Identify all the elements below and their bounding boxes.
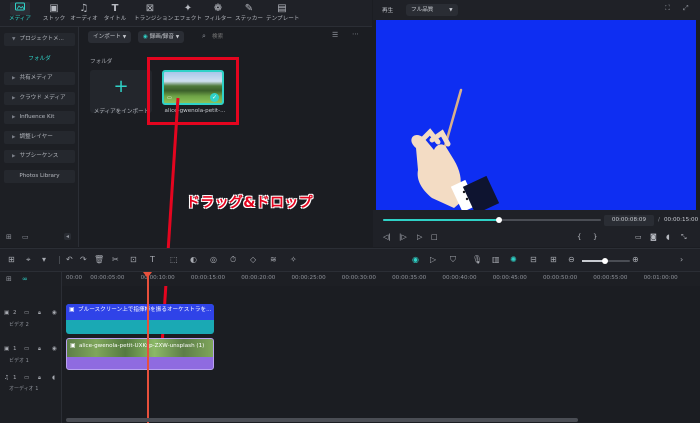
undo-icon[interactable]: ↶ [66,255,73,264]
music-note-icon: ♫ [4,375,10,381]
eye-icon[interactable]: ◉ [52,310,57,316]
video-clip-icon: ▣ [70,342,76,349]
timeline-clip-video2[interactable]: ブルースクリーン上で指揮棒を振るオーケストラを... ▣ [66,304,214,334]
track-v1-icon: ▣ [4,346,10,352]
timeline-ruler[interactable]: 00:00 00:00:05:00 00:00:10:00 00:00:15:00 00… [62,272,700,286]
timeline-scrollbar[interactable] [66,418,578,422]
ruler-tick-label: 00:00:20:00 [241,275,276,281]
clip-title: alice-gwenola-petit-UXKsp-ZXW-unsplash (… [67,339,213,357]
dropdown-icon[interactable]: ▾ [42,255,46,264]
clip-title: ブルースクリーン上で指揮棒を振るオーケストラを... [66,304,214,320]
folder-icon[interactable]: ▭ [24,375,29,381]
ruler-tick-label: 00:00:40:00 [442,275,477,281]
track-v2-name: ビデオ 2 [9,322,29,328]
cut-icon[interactable]: ✂ [112,255,119,264]
layout-icon[interactable]: ⊞ [8,255,15,264]
zoom-in-icon[interactable]: ⊕ [632,255,639,264]
zoom-out-icon[interactable]: ⊖ [568,255,575,264]
marker-icon[interactable]: ▥ [492,255,500,264]
collapse-icon[interactable]: › [680,255,683,264]
link-icon[interactable]: ⊟ [530,255,537,264]
link-tracks-icon[interactable]: ∞ [22,275,28,283]
color-icon[interactable]: ◐ [190,255,197,264]
lock-icon[interactable]: 🔒︎ [38,346,41,353]
ruler-tick-label: 00:00:15:00 [190,275,226,281]
ruler-tick-label: 00:00:05:00 [90,275,125,281]
ruler-tick-label: 00:00:50:00 [543,275,578,281]
folder-icon[interactable]: ▭ [24,346,29,352]
redo-icon[interactable]: ↷ [80,255,87,264]
auto-sync-icon[interactable]: ✺ [510,255,517,264]
crop-icon[interactable]: ⊡ [130,255,137,264]
playhead[interactable] [143,272,152,423]
ruler-tick-label: 00:00:30:00 [341,275,376,281]
magnet-icon[interactable]: ◉ [412,255,419,264]
timeline-clip-video1[interactable]: alice-gwenola-petit-UXKsp-ZXW-unsplash (… [66,338,214,370]
track-v1-name: ビデオ 1 [9,358,29,364]
ruler-tick-label: 00:00:25:00 [291,275,326,281]
drag-drop-annotation: ドラッグ&ドロップ [186,195,313,211]
audio-adjust-icon[interactable]: ◎ [210,255,217,264]
speaker-icon[interactable]: ◖ [52,375,55,381]
ruler-tick-label: 00:00:45:00 [492,275,527,281]
track-v1-number: 1 [13,346,17,352]
transform-icon[interactable]: ⬚ [170,255,178,264]
track-v2-number: 2 [13,310,17,316]
speed-icon[interactable]: ⏱ [230,255,236,265]
delete-icon[interactable]: 🗑︎ [94,255,104,264]
ai-icon[interactable]: ✧ [290,255,297,264]
video-clip-icon: ▣ [69,306,75,313]
select-tool-icon[interactable]: ⌖ [26,255,31,265]
lock-icon[interactable]: 🔒︎ [38,310,41,317]
add-track-icon[interactable]: ⊞ [6,275,12,283]
track-a1-number: 1 [13,375,17,381]
ruler-tick-label: 00:00 [66,275,83,281]
zoom-slider-handle[interactable] [602,258,608,264]
eye-icon[interactable]: ◉ [52,346,57,352]
divider-icon: | [58,255,61,264]
folder-icon[interactable]: ▭ [24,310,29,316]
keyframe-icon[interactable]: ◇ [250,255,256,264]
zoom-slider-fill [582,260,604,262]
render-icon[interactable]: ▷ [430,255,436,264]
effects-icon[interactable]: ≋ [270,255,277,264]
track-v2-icon: ▣ [4,310,10,316]
timeline-toolbar: ⊞ ⌖ ▾ | ↶ ↷ 🗑︎ ✂ ⊡ T ⬚ ◐ ◎ ⏱ ◇ ≋ ✧ ◉ ▷ ⛉… [0,248,700,272]
ruler-tick-label: 00:01:00:00 [643,275,678,281]
shield-icon[interactable]: ⛉ [450,255,456,265]
ruler-tick-label: 00:00:35:00 [392,275,427,281]
grid-icon[interactable]: ⊞ [550,255,557,264]
lock-icon[interactable]: 🔒︎ [38,375,41,382]
ruler-tick-label: 00:00:10:00 [140,275,175,281]
text-icon[interactable]: T [150,255,155,264]
zoom-slider[interactable] [582,258,630,264]
track-a1-name: オーディオ 1 [9,386,39,392]
track-headers: ⊞ ∞ ▣ 2 ▭ 🔒︎ ◉ ビデオ 2 ▣ 1 ▭ 🔒︎ ◉ ビデオ 1 ♫ … [0,272,62,423]
ruler-tick-label: 00:00:55:00 [593,275,628,281]
mic-icon[interactable]: 🎙︎ [472,255,482,264]
